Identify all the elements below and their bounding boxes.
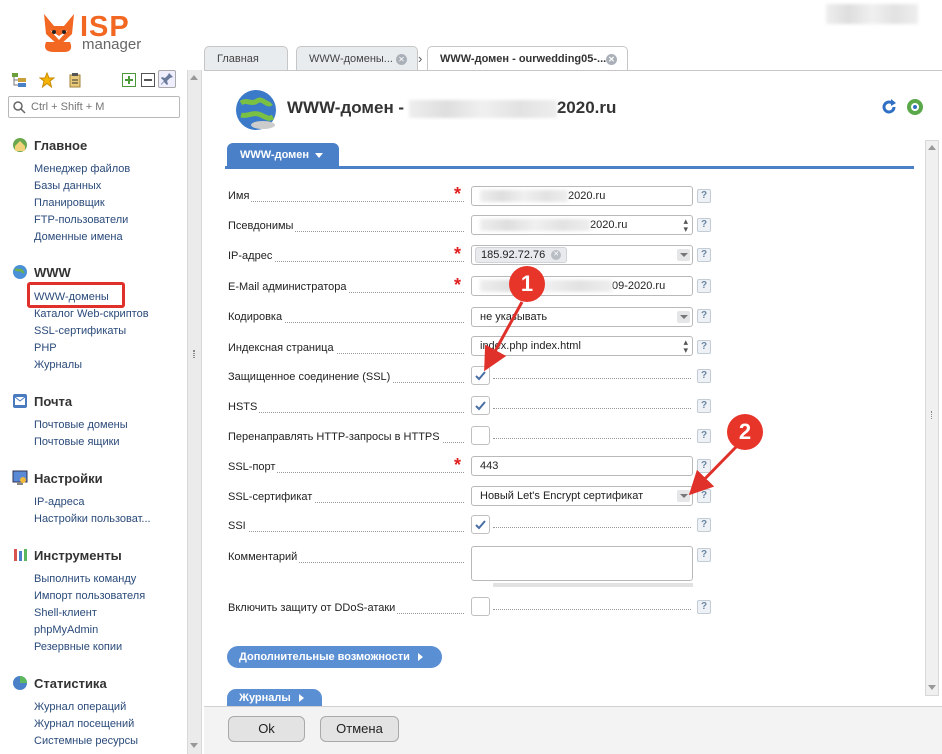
annotation-badge-2: 2 <box>727 414 763 450</box>
annotation-arrow-1 <box>484 301 524 372</box>
field-label-https-redirect: Перенаправлять HTTP-запросы в HTTPS <box>228 431 464 445</box>
annotation-badge-1: 1 <box>509 266 545 302</box>
annotation-arrow-2 <box>688 445 738 496</box>
annotation-arrows <box>484 301 738 496</box>
